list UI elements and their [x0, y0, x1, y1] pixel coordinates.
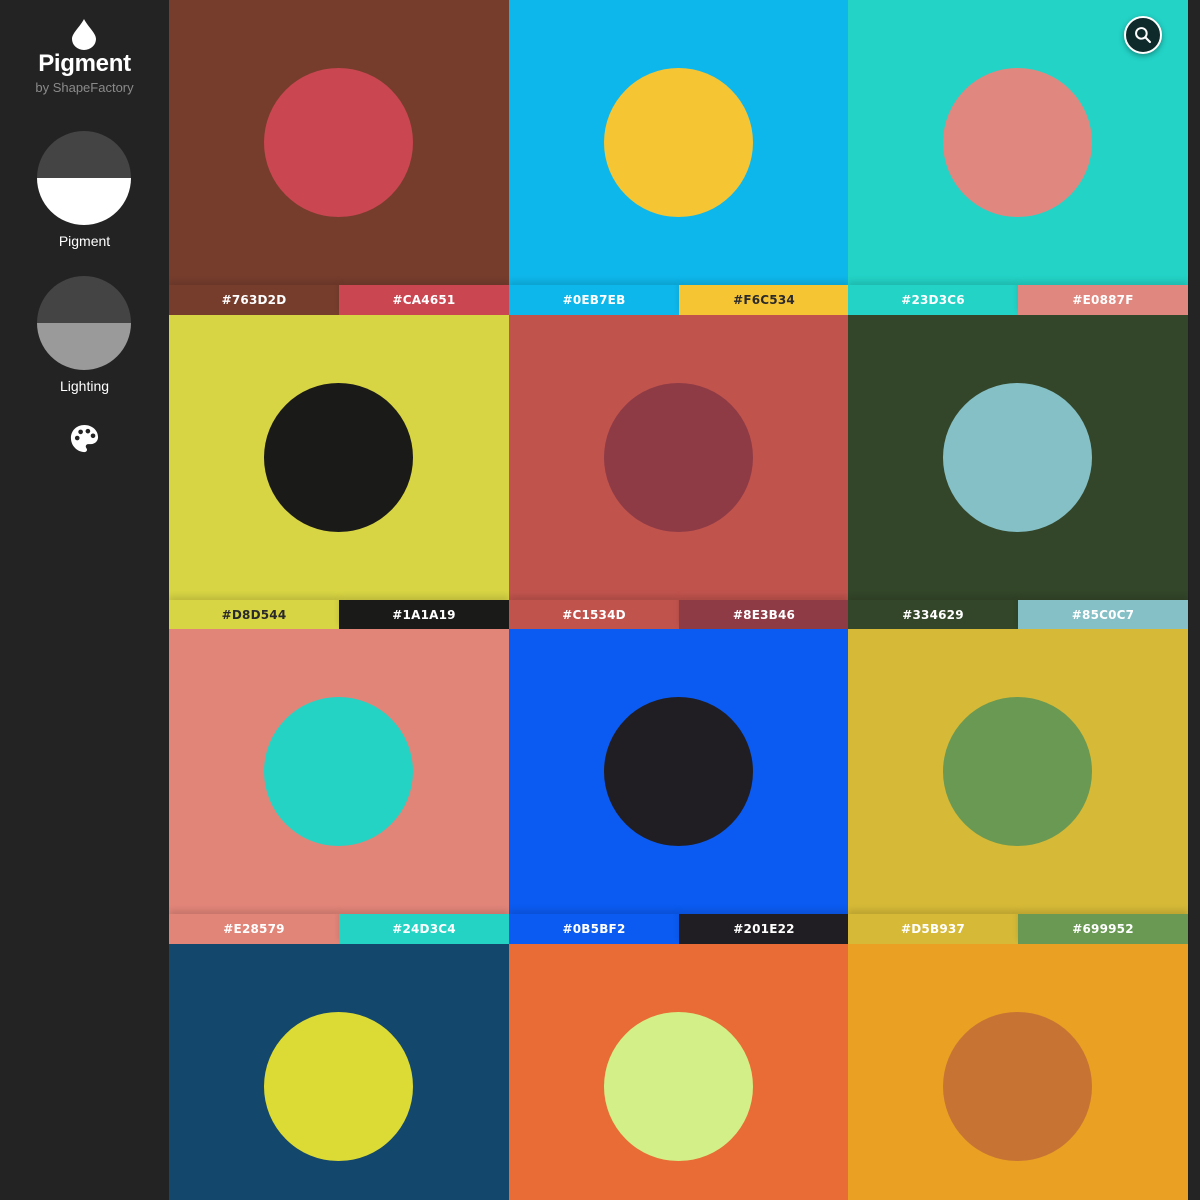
- hex-label-background[interactable]: #23D3C6: [848, 285, 1018, 315]
- hex-label-background[interactable]: #763D2D: [169, 285, 339, 315]
- lighting-disc-icon: [37, 276, 131, 370]
- hex-label-background[interactable]: #D5B937: [848, 914, 1018, 944]
- palette-circle: [264, 1012, 413, 1161]
- palette-circle: [604, 1012, 753, 1161]
- search-icon: [1135, 27, 1152, 44]
- hex-label-circle[interactable]: #CA4651: [339, 285, 509, 315]
- mode-pigment-button[interactable]: Pigment: [0, 131, 169, 261]
- palette-tile[interactable]: #0B5BF2 #201E22: [509, 629, 849, 944]
- hex-label-circle[interactable]: #F6C534: [679, 285, 849, 315]
- app-subtitle: by ShapeFactory: [35, 80, 134, 95]
- hex-label-background[interactable]: #E28579: [169, 914, 339, 944]
- palette-grid: #763D2D #CA4651 #0EB7EB #F6C534 #23D3C6 #E088…: [169, 0, 1189, 1200]
- pigment-disc-icon: [37, 131, 131, 225]
- hex-label-background[interactable]: #D8D544: [169, 600, 339, 630]
- palette-circle: [604, 383, 753, 532]
- palette-icon[interactable]: [69, 423, 100, 454]
- hex-label-circle[interactable]: #24D3C4: [339, 914, 509, 944]
- palette-tile[interactable]: #334629 #85C0C7: [848, 315, 1189, 630]
- hex-label-circle[interactable]: #699952: [1018, 914, 1188, 944]
- mode-lighting-button[interactable]: Lighting: [0, 276, 169, 406]
- palette-circle: [943, 68, 1092, 217]
- palette-circle: [943, 1012, 1092, 1161]
- palette-tile[interactable]: #0EB7EB #F6C534: [509, 0, 849, 315]
- palette-tile[interactable]: #C1534D #8E3B46: [509, 315, 849, 630]
- hex-label-circle[interactable]: #85C0C7: [1018, 600, 1188, 630]
- hex-label-circle[interactable]: #201E22: [679, 914, 849, 944]
- palette-circle: [264, 68, 413, 217]
- scroll-gutter: [1189, 0, 1200, 1200]
- palette-circle: [943, 383, 1092, 532]
- hex-label-circle[interactable]: #E0887F: [1018, 285, 1188, 315]
- hex-label-background[interactable]: #0B5BF2: [509, 914, 679, 944]
- palette-tile[interactable]: [509, 944, 849, 1200]
- hex-label-background[interactable]: #0EB7EB: [509, 285, 679, 315]
- palette-circle: [264, 697, 413, 846]
- search-button[interactable]: [1124, 16, 1162, 54]
- palette-tile[interactable]: #763D2D #CA4651: [169, 0, 509, 315]
- palette-tile[interactable]: #D8D544 #1A1A19: [169, 315, 509, 630]
- palette-circle: [604, 68, 753, 217]
- hex-label-circle[interactable]: #8E3B46: [679, 600, 849, 630]
- sidebar: Pigment by ShapeFactory Pigment Lighting: [0, 0, 169, 1200]
- drop-icon: [72, 19, 96, 50]
- mode-label: Lighting: [59, 378, 110, 394]
- hex-label-background[interactable]: #C1534D: [509, 600, 679, 630]
- palette-tile[interactable]: #D5B937 #699952: [848, 629, 1189, 944]
- palette-tile[interactable]: [169, 944, 509, 1200]
- mode-label: Pigment: [58, 233, 111, 249]
- palette-circle: [943, 697, 1092, 846]
- hex-label-circle[interactable]: #1A1A19: [339, 600, 509, 630]
- palette-circle: [604, 697, 753, 846]
- palette-tile[interactable]: [848, 944, 1189, 1200]
- app-title: Pigment: [38, 50, 131, 77]
- palette-tile[interactable]: #E28579 #24D3C4: [169, 629, 509, 944]
- hex-label-background[interactable]: #334629: [848, 600, 1018, 630]
- palette-circle: [264, 383, 413, 532]
